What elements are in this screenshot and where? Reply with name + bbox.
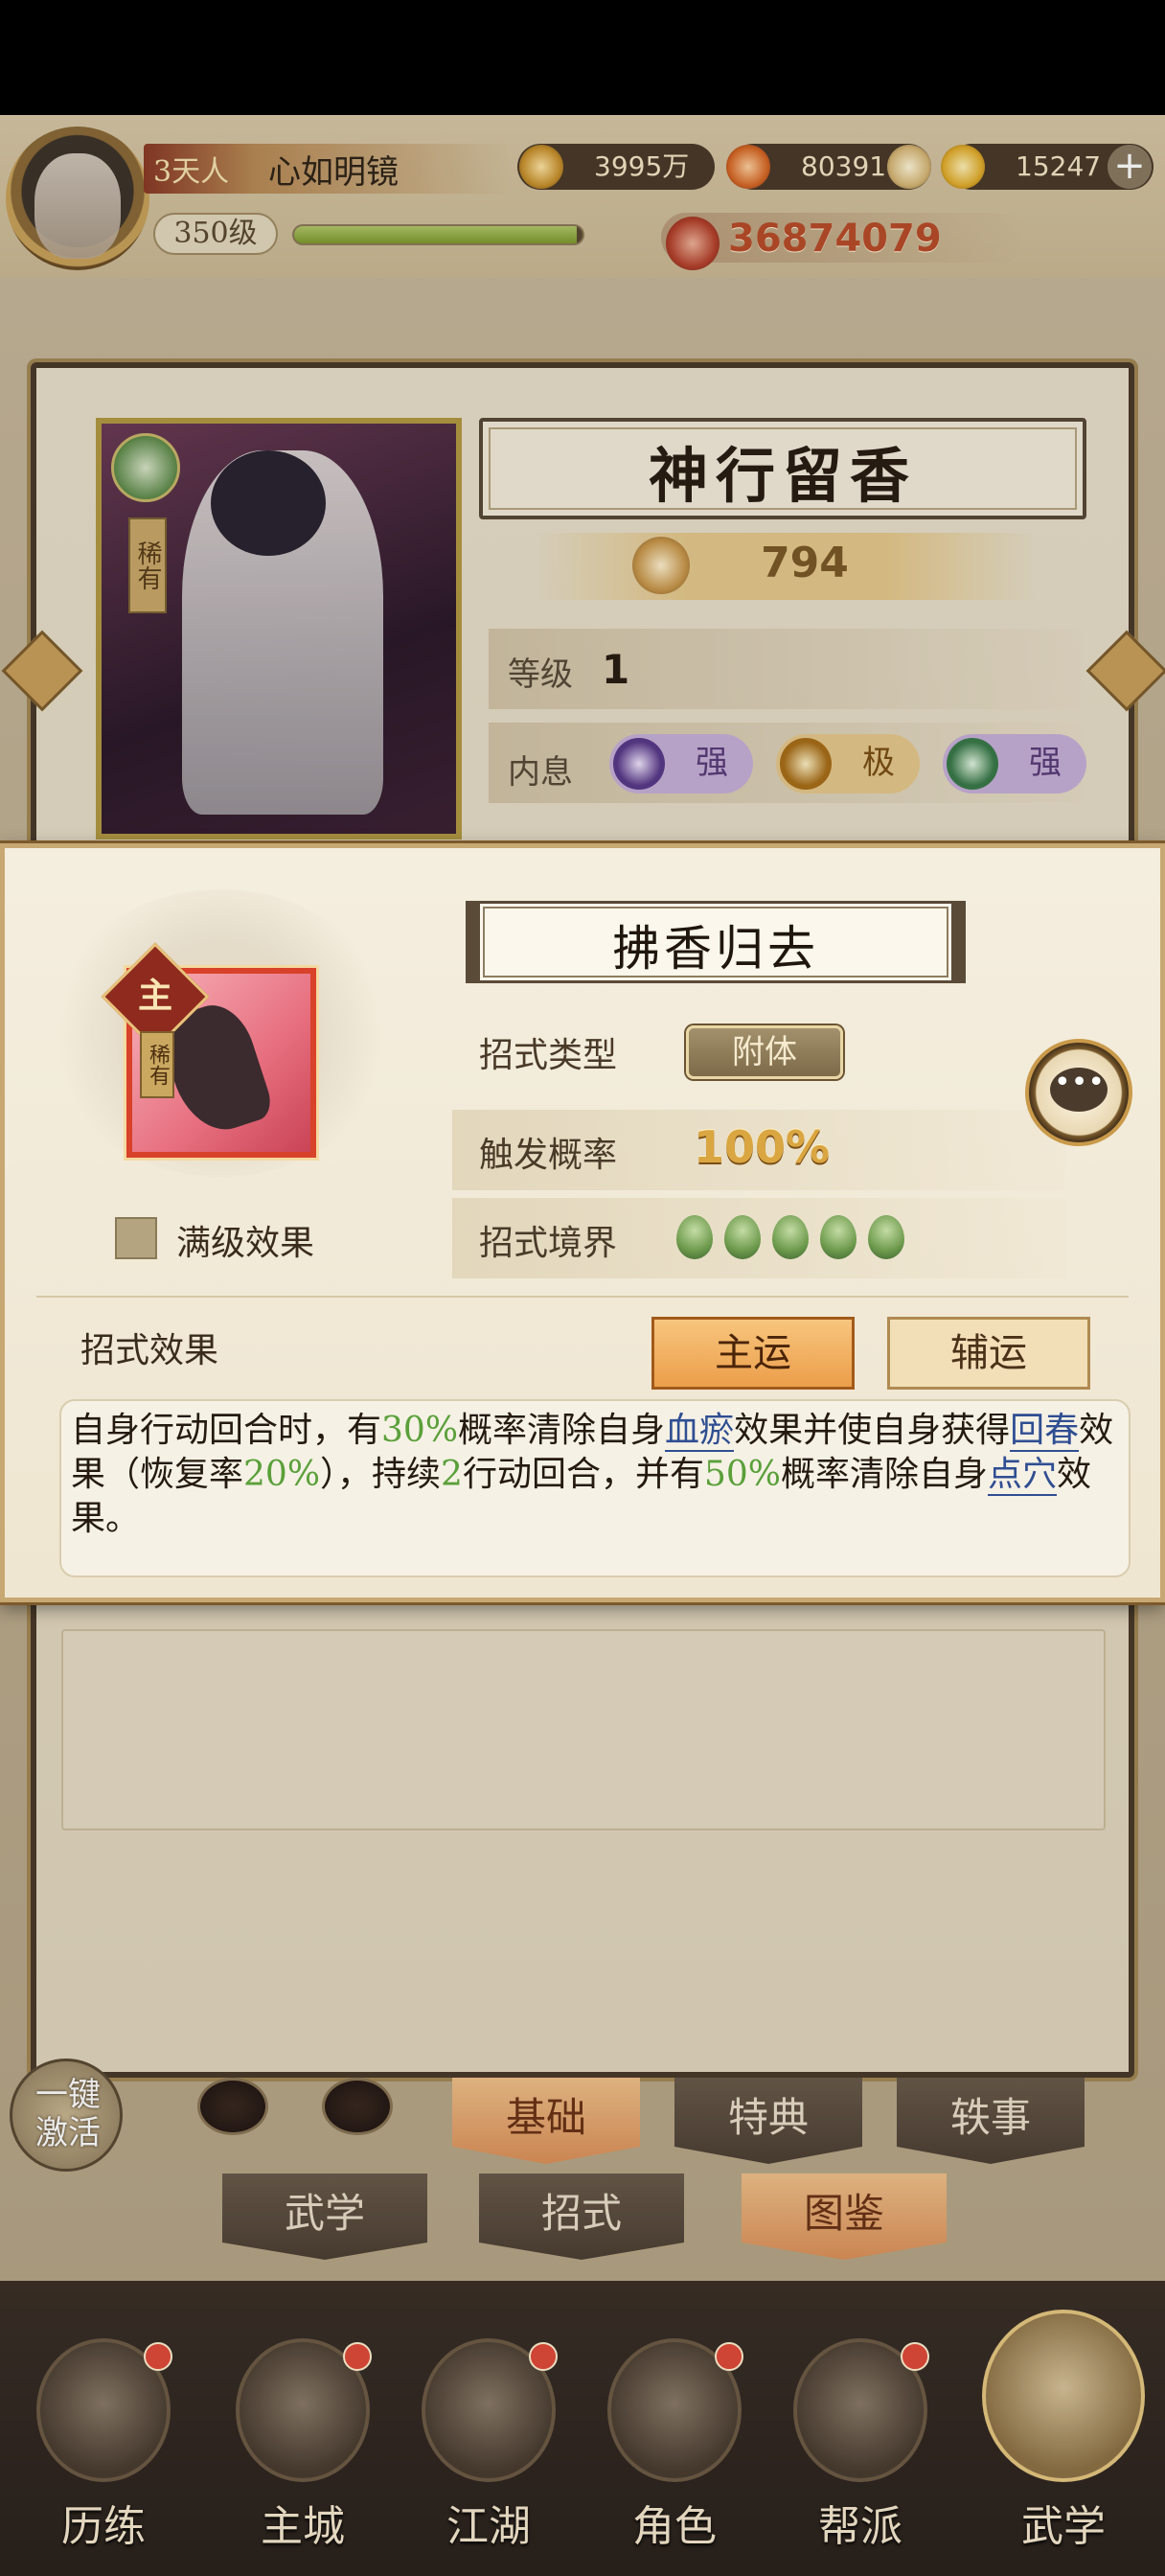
realm-icon [868, 1215, 904, 1259]
desc-text: 概率清除自身 [458, 1411, 666, 1450]
effect-description: 自身行动回合时，有30%概率清除自身血瘀效果并使自身获得回春效果（恢复率20%）… [71, 1409, 1115, 1541]
rate-value: 100% [694, 1121, 831, 1173]
main-luck-button[interactable]: 主运 [651, 1317, 855, 1390]
main-skill-mark-text: 主 [137, 976, 172, 1016]
desc-value: 50% [703, 1455, 781, 1494]
keyword-link[interactable]: 血瘀 [665, 1411, 735, 1452]
type-label: 招式类型 [479, 1036, 618, 1075]
realm-icon [724, 1215, 761, 1259]
realm-icon [676, 1215, 713, 1259]
max-effect-label: 满级效果 [176, 1224, 315, 1263]
desc-text: ），持续 [320, 1455, 442, 1494]
aux-luck-button[interactable]: 辅运 [887, 1317, 1090, 1390]
desc-value: 20% [243, 1455, 321, 1494]
realm-label: 招式境界 [479, 1224, 618, 1263]
desc-value: 2 [441, 1455, 463, 1494]
desc-text: 行动回合，并有 [462, 1455, 704, 1494]
modal-divider [36, 1296, 1129, 1298]
skill-name: 拂香归去 [612, 921, 819, 977]
keyword-link[interactable]: 点穴 [988, 1455, 1058, 1496]
rate-label: 触发概率 [479, 1136, 618, 1175]
skill-rarity-tag: 稀有 [140, 1031, 174, 1098]
desc-text: 自身行动回合时，有 [71, 1411, 382, 1450]
realm-icon [772, 1215, 809, 1259]
desc-text: 效果并使自身获得 [734, 1411, 1011, 1450]
effect-label: 招式效果 [80, 1331, 219, 1370]
desc-value: 30% [381, 1411, 459, 1450]
desc-text: 概率清除自身 [780, 1455, 988, 1494]
max-effect-checkbox[interactable] [115, 1217, 157, 1259]
type-value: 附体 [686, 1025, 843, 1079]
system-status-bar [0, 0, 1165, 115]
realm-icon [820, 1215, 857, 1259]
keyword-link[interactable]: 回春 [1010, 1411, 1080, 1452]
ellipsis-icon: ••• [1054, 1066, 1106, 1099]
